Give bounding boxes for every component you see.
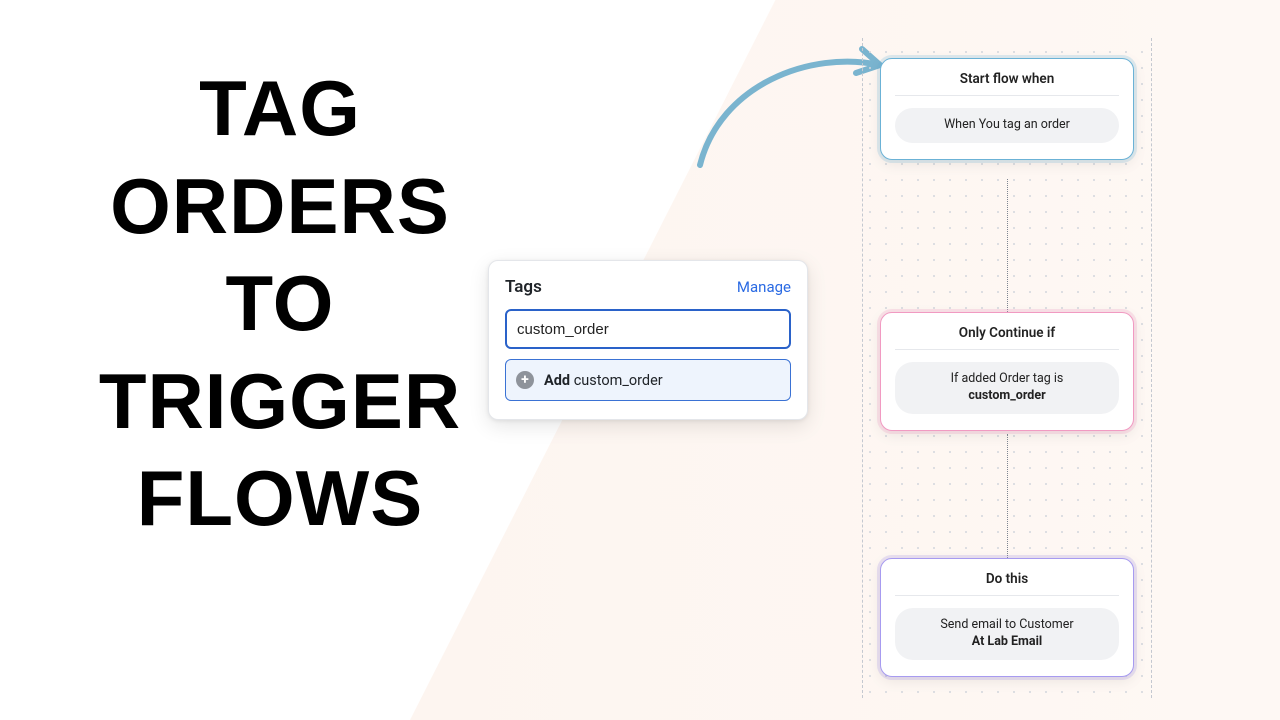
- node-chip: If added Order tag is custom_order: [895, 362, 1119, 414]
- suggestion-label: Add custom_order: [544, 372, 663, 389]
- plus-circle-icon: +: [516, 371, 534, 389]
- manage-link[interactable]: Manage: [737, 278, 791, 296]
- flow-connector: [1007, 179, 1008, 312]
- node-title: Do this: [895, 571, 1119, 596]
- node-chip: When You tag an order: [895, 108, 1119, 143]
- flow-canvas: Start flow when When You tag an order On…: [862, 38, 1152, 698]
- add-tag-suggestion[interactable]: + Add custom_order: [505, 359, 791, 401]
- node-title: Only Continue if: [895, 325, 1119, 350]
- flow-node-trigger[interactable]: Start flow when When You tag an order: [880, 58, 1134, 160]
- flow-node-condition[interactable]: Only Continue if If added Order tag is c…: [880, 312, 1134, 431]
- tag-input[interactable]: [505, 309, 791, 349]
- tags-popover: Tags Manage + Add custom_order: [488, 260, 808, 420]
- node-chip: Send email to Customer At Lab Email: [895, 608, 1119, 660]
- flow-connector: [1007, 434, 1008, 558]
- flow-node-action[interactable]: Do this Send email to Customer At Lab Em…: [880, 558, 1134, 677]
- node-title: Start flow when: [895, 71, 1119, 96]
- tags-title: Tags: [505, 277, 542, 297]
- headline-text: TAG ORDERS TO TRIGGER FLOWS: [70, 60, 490, 548]
